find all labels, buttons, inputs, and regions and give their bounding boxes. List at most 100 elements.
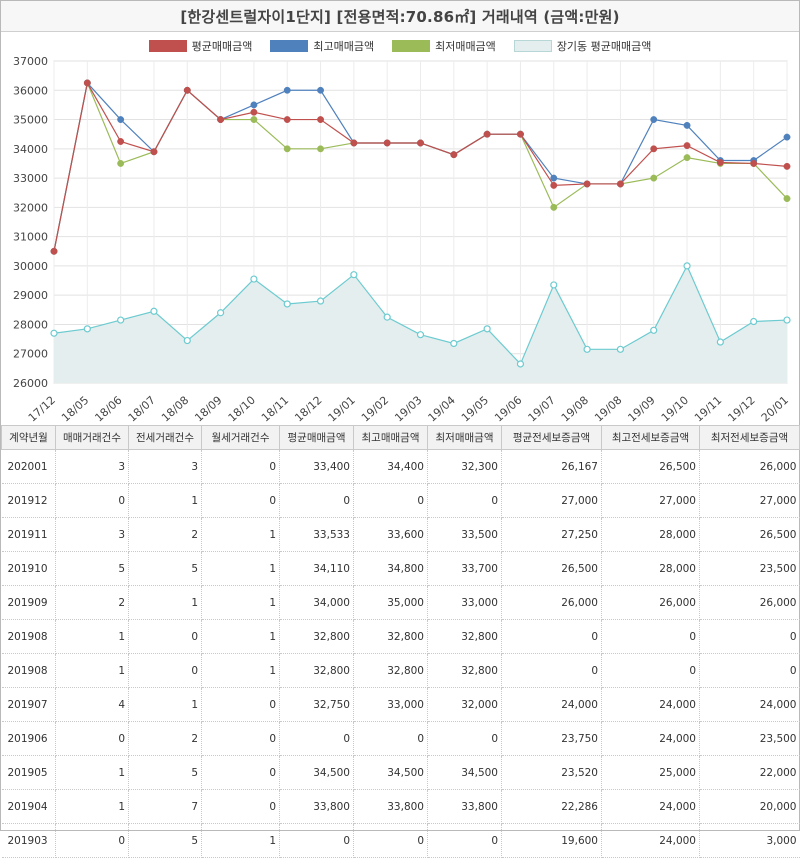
area-point <box>216 309 225 317</box>
area-point <box>750 317 758 326</box>
table-cell: 26,000 <box>601 585 700 620</box>
area-point <box>783 316 791 324</box>
column-header: 전세거래건수 <box>128 425 202 450</box>
table-cell: 33,800 <box>353 789 428 824</box>
table-cell: 33,700 <box>427 551 502 586</box>
table-cell: 201910 <box>1 551 56 586</box>
area-point <box>250 275 258 283</box>
table-cell: 0 <box>353 721 428 756</box>
table-cell: 1 <box>201 653 280 688</box>
column-header: 평균매매금액 <box>279 425 354 450</box>
table-cell: 0 <box>55 721 129 756</box>
line-max-sale-point <box>650 116 658 123</box>
table-cell: 1 <box>55 653 129 688</box>
line-max-sale-point <box>117 116 125 123</box>
line-avg-sale-point <box>417 139 424 147</box>
page-title: [한강센트럴자이1단지] [전용면적:70.86㎡] 거래내역 (금액:만원) <box>180 7 620 26</box>
table-cell: 24,000 <box>601 823 700 858</box>
area-point <box>550 281 558 289</box>
line-avg-sale-point <box>250 108 258 116</box>
table-cell: 0 <box>699 653 800 688</box>
table-cell: 23,500 <box>699 721 800 756</box>
x-tick-label: 18/08 <box>159 394 191 425</box>
line-avg-sale-point <box>716 159 724 166</box>
table-cell: 20,000 <box>699 789 800 824</box>
area-point <box>516 360 525 368</box>
table-cell: 4 <box>55 687 129 722</box>
table-row: 201907 4 1 0 32,750 33,000 32,000 24,000 24,000 2… <box>1 687 800 722</box>
table-cell: 0 <box>699 619 800 654</box>
table-cell: 201908 <box>1 619 56 654</box>
table-cell: 25,000 <box>601 755 700 790</box>
column-header: 평균전세보증금액 <box>501 425 602 450</box>
table-cell: 3 <box>128 449 202 484</box>
table-cell: 32,750 <box>279 687 354 722</box>
table-cell: 32,800 <box>353 619 428 654</box>
table-cell: 24,000 <box>601 789 700 824</box>
x-tick-label: 19/06 <box>492 394 524 425</box>
y-tick-label: 33000 <box>13 172 48 185</box>
line-avg-sale-point <box>383 139 391 147</box>
title-bar: [한강센트럴자이1단지] [전용면적:70.86㎡] 거래내역 (금액:만원) <box>1 1 799 32</box>
table-cell: 201911 <box>1 517 56 552</box>
x-tick-label: 20/01 <box>759 394 791 425</box>
line-min-sale-point <box>683 154 691 162</box>
x-tick-label: 18/11 <box>259 394 291 425</box>
table-cell: 27,000 <box>699 483 800 518</box>
table-cell: 26,000 <box>501 585 602 620</box>
table-cell: 202001 <box>1 449 56 484</box>
table-cell: 26,500 <box>501 551 602 586</box>
column-header: 최저매매금액 <box>427 425 502 450</box>
table-header-row: 계약년월 매매거래건수 전세거래건수 월세거래건수 평균매매금액 최고매매금액 최저매매금액… <box>1 425 800 450</box>
area-point <box>450 339 458 348</box>
table-cell: 1 <box>128 585 202 620</box>
x-tick-label: 19/08 <box>592 394 624 425</box>
line-avg-sale-point <box>150 148 158 156</box>
table-cell: 0 <box>128 653 202 688</box>
column-header: 최고매매금액 <box>353 425 428 450</box>
line-avg-sale-point <box>783 162 791 170</box>
x-tick-label: 18/10 <box>226 394 258 425</box>
line-avg-sale-point <box>50 247 58 255</box>
area-point <box>650 326 658 334</box>
table-body: 202001 3 3 0 33,400 34,400 32,300 26,167 26,500 2… <box>1 449 800 858</box>
table-cell: 34,500 <box>427 755 502 790</box>
line-min-sale-point <box>283 145 291 153</box>
area-point <box>50 329 58 337</box>
line-avg-sale-point <box>317 116 324 123</box>
table-cell: 201905 <box>1 755 56 790</box>
table-cell: 0 <box>279 483 354 518</box>
area-point <box>83 325 91 333</box>
x-tick-label: 19/07 <box>526 394 558 425</box>
table-cell: 32,800 <box>279 619 354 654</box>
x-tick-label: 18/09 <box>192 394 224 425</box>
column-header: 최저전세보증금액 <box>699 425 800 450</box>
x-tick-label: 19/12 <box>725 394 757 425</box>
area-point <box>150 307 158 315</box>
y-tick-label: 29000 <box>13 289 48 302</box>
table-row: 201906 0 2 0 0 0 0 23,750 24,000 23,500 <box>1 721 800 756</box>
table-cell: 33,600 <box>353 517 428 552</box>
column-header: 매매거래건수 <box>55 425 129 450</box>
y-tick-label: 32000 <box>13 201 48 214</box>
table-cell: 26,500 <box>601 449 700 484</box>
table-cell: 5 <box>55 551 129 586</box>
table-cell: 2 <box>55 585 129 620</box>
table-row: 201911 3 2 1 33,533 33,600 33,500 27,250 28,000 2… <box>1 517 800 552</box>
table-cell: 33,400 <box>279 449 354 484</box>
x-tick-label: 18/05 <box>59 394 91 425</box>
y-tick-label: 31000 <box>13 231 48 244</box>
table-cell: 1 <box>201 517 280 552</box>
line-min-sale-point <box>650 174 658 182</box>
line-max-sale-point <box>317 86 324 94</box>
table-cell: 35,000 <box>353 585 428 620</box>
table-cell: 24,000 <box>699 687 800 722</box>
area-point <box>616 345 625 353</box>
table-cell: 1 <box>128 483 202 518</box>
table-cell: 0 <box>55 483 129 518</box>
table-row: 201912 0 1 0 0 0 0 27,000 27,000 27,000 <box>1 483 800 518</box>
table-cell: 28,000 <box>601 517 700 552</box>
table-cell: 34,500 <box>353 755 428 790</box>
table-cell: 201903 <box>1 823 56 858</box>
table-cell: 5 <box>128 551 202 586</box>
